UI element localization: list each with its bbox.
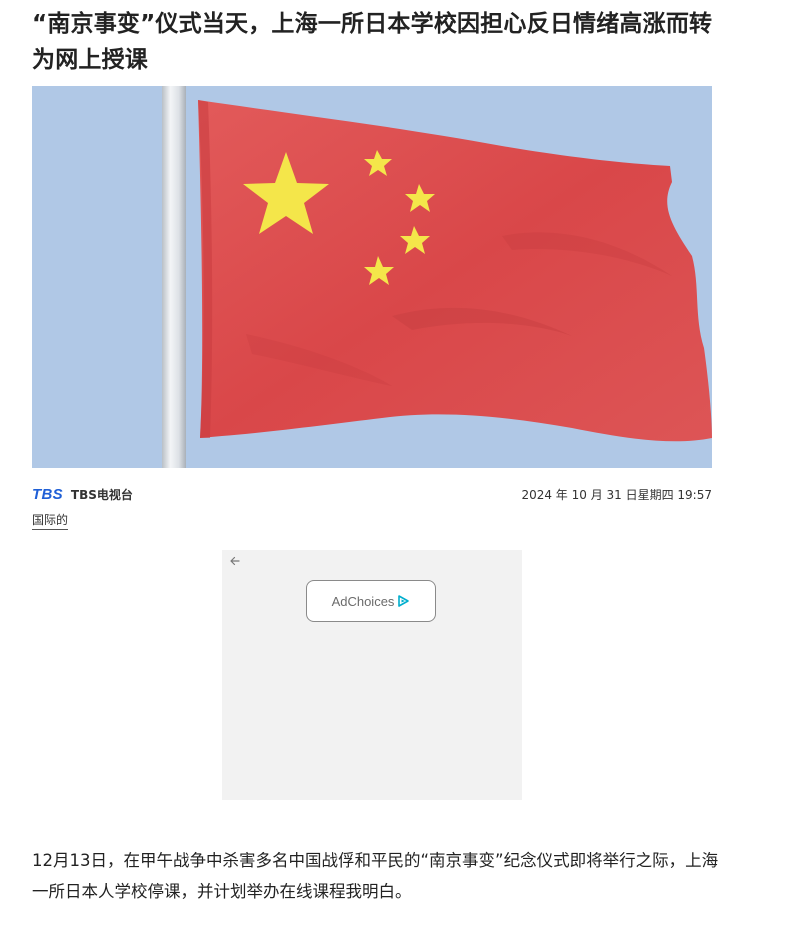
source[interactable]: TBS TBS电视台	[32, 484, 133, 504]
article-paragraph: 12月13日，在甲午战争中杀害多名中国战俘和平民的“南京事变”纪念仪式即将举行之…	[32, 851, 719, 901]
adchoices-button[interactable]: AdChoices	[306, 580, 436, 622]
article-meta: TBS TBS电视台 2024 年 10 月 31 日星期四 19:57	[32, 484, 712, 504]
source-name[interactable]: TBS电视台	[71, 486, 133, 503]
ad-slot[interactable]: AdChoices	[222, 550, 522, 800]
arrow-left-icon[interactable]	[228, 554, 242, 568]
publish-date: 2024 年 10 月 31 日星期四 19:57	[521, 488, 712, 502]
article-headline: “南京事变”仪式当天，上海一所日本学校因担心反日情绪高涨而转为网上授课	[32, 11, 713, 73]
adchoices-label: AdChoices	[331, 593, 395, 609]
adchoices-icon	[398, 595, 410, 607]
hero-image	[32, 86, 712, 468]
category-link[interactable]: 国际的	[32, 512, 69, 530]
flag-icon	[32, 86, 712, 468]
article: “南京事变”仪式当天，上海一所日本学校因担心反日情绪高涨而转为网上授课 TBS …	[0, 0, 797, 945]
source-logo[interactable]: TBS	[32, 486, 63, 503]
